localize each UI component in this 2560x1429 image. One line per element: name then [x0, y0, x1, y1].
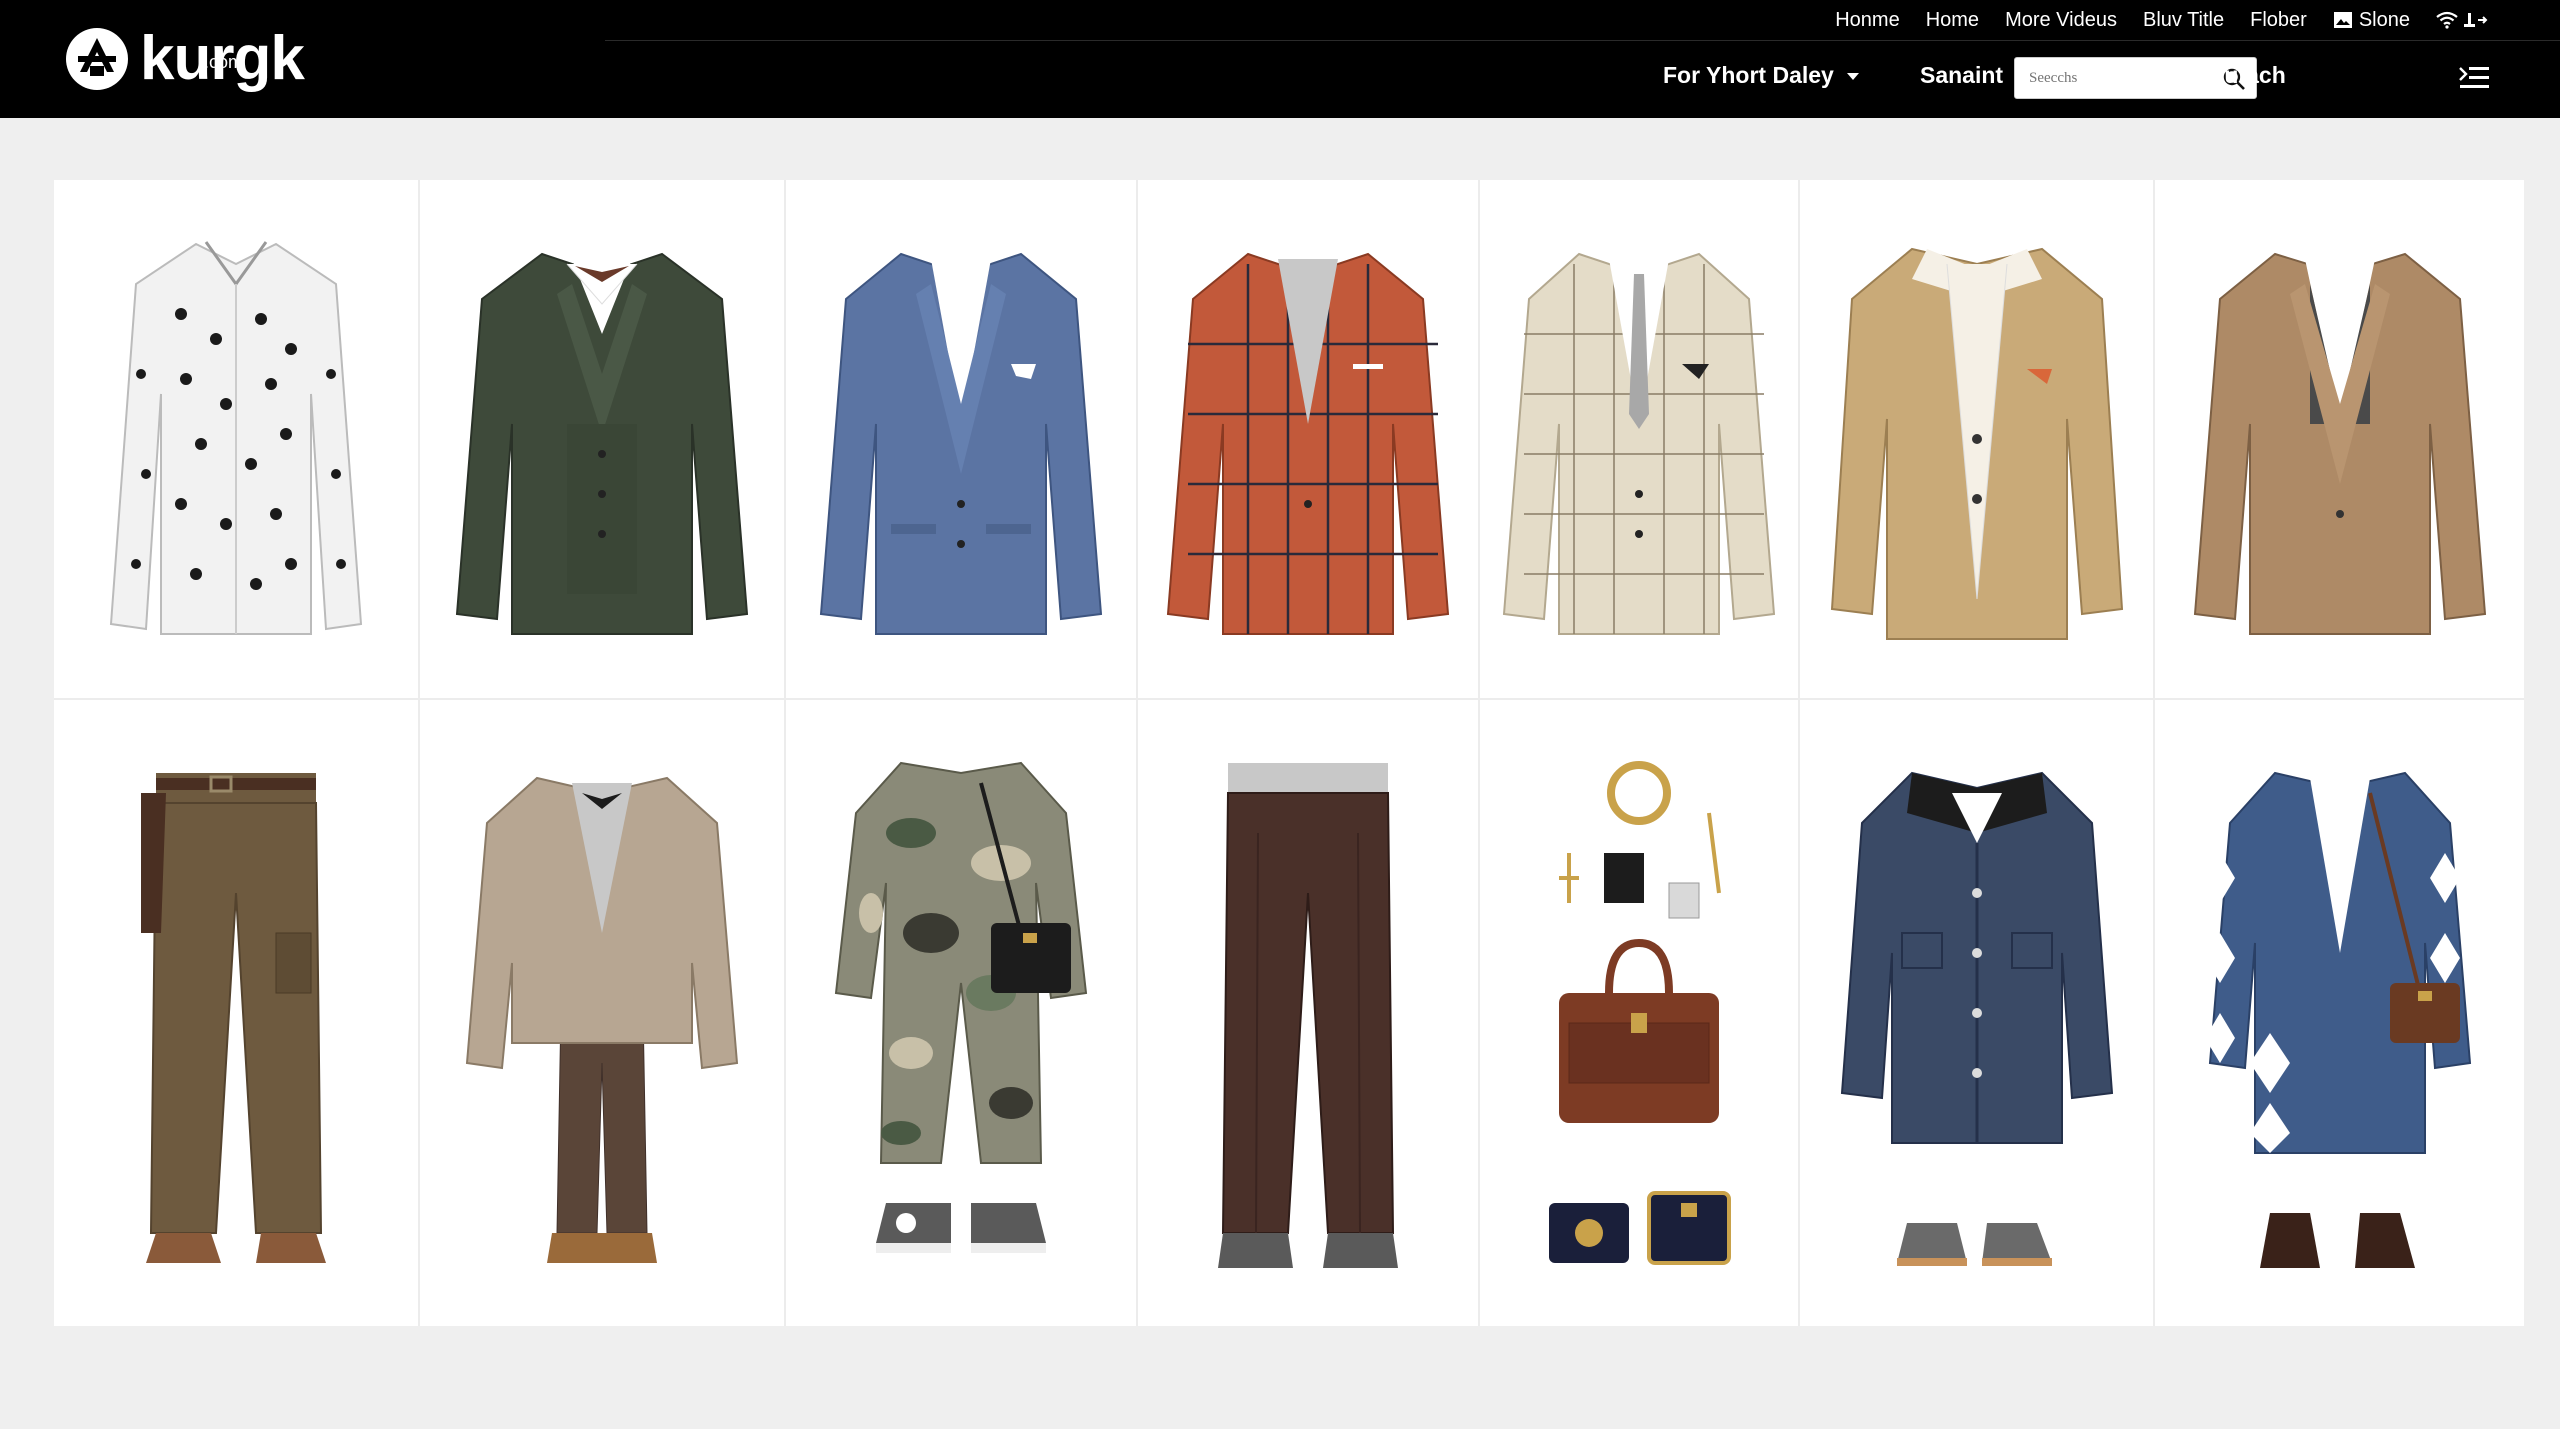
coat-icon	[1830, 247, 2123, 640]
product-card[interactable]	[420, 180, 786, 700]
product-card[interactable]	[2155, 180, 2524, 700]
user-icon[interactable]	[2464, 11, 2490, 29]
topnav-link-honme[interactable]: Honme	[1835, 9, 1899, 32]
pants-icon	[1218, 763, 1398, 1268]
nav-link-cautach[interactable]: Cautach	[2195, 62, 2286, 89]
product-card[interactable]	[1138, 180, 1480, 700]
blazer-icon	[455, 252, 749, 635]
product-card[interactable]	[1138, 700, 1480, 1326]
coat-icon	[465, 776, 739, 1263]
search-input[interactable]	[2015, 58, 2215, 98]
site-header: kurgk .com Honme Home More Videus Bluv T…	[0, 0, 2560, 118]
topnav-slone-label: Slone	[2358, 8, 2410, 31]
topnav-link-more-videus[interactable]: More Videus	[2005, 9, 2117, 32]
coat-icon	[1840, 771, 2113, 1266]
product-card[interactable]	[1480, 180, 1800, 700]
jumpsuit-icon	[834, 761, 1088, 1253]
product-card[interactable]	[1800, 700, 2155, 1326]
topnav-status	[2436, 11, 2490, 29]
topnav-link-bluv-title[interactable]: Bluv Title	[2143, 9, 2224, 32]
category-dropdown-label: For Yhort Daley	[1663, 62, 1834, 88]
top-nav: Honme Home More Videus Bluv Title Flober…	[1835, 4, 2490, 36]
product-card[interactable]	[786, 700, 1138, 1326]
topnav-link-home[interactable]: Home	[1926, 9, 1979, 32]
menu-icon[interactable]	[2458, 64, 2490, 92]
product-card[interactable]	[1800, 180, 2155, 700]
blazer-icon	[2193, 252, 2486, 635]
blazer-icon	[1166, 252, 1450, 635]
product-card[interactable]	[54, 180, 420, 700]
nav-link-sanaint[interactable]: Sanaint	[1920, 62, 2003, 89]
topnav-link-flober[interactable]: Flober	[2250, 9, 2307, 32]
header-divider	[605, 40, 2560, 41]
blazer-icon	[1502, 252, 1776, 635]
topnav-slone[interactable]: Slone	[2333, 9, 2410, 32]
bag-icon	[1549, 761, 1731, 1265]
product-grid	[54, 180, 2524, 1326]
product-card[interactable]	[1480, 700, 1800, 1326]
caret-down-icon	[1846, 72, 1859, 80]
product-card[interactable]	[2155, 700, 2524, 1326]
main-nav: For Yhort Daley Sanaint Cautach	[0, 50, 2560, 106]
gallery-icon	[2333, 12, 2352, 28]
wifi-icon	[2436, 11, 2458, 29]
pants-icon	[141, 773, 326, 1263]
category-dropdown[interactable]: For Yhort Daley	[1663, 62, 1860, 89]
blazer-icon	[819, 252, 1103, 635]
product-card[interactable]	[54, 700, 420, 1326]
shirt-icon	[109, 241, 363, 635]
blazer-icon	[2204, 771, 2471, 1268]
product-card[interactable]	[420, 700, 786, 1326]
product-card[interactable]	[786, 180, 1138, 700]
